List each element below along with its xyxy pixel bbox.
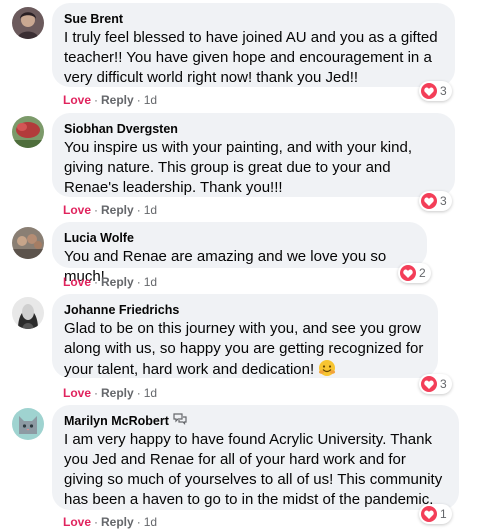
comment-bubble: Lucia Wolfe You and Renae are amazing an… [52, 222, 427, 285]
reaction-number: 3 [440, 194, 447, 208]
comment-text-body: Glad to be on this journey with you, and… [64, 320, 424, 378]
reply-button[interactable]: Reply [101, 274, 134, 290]
timestamp[interactable]: 1d [144, 274, 157, 290]
timestamp[interactable]: 1d [144, 202, 157, 218]
reaction-count[interactable]: 1 [419, 504, 452, 524]
separator-dot: · [94, 515, 99, 529]
separator-dot: · [136, 93, 141, 107]
love-button[interactable]: Love [63, 202, 91, 218]
love-reaction-icon [400, 265, 416, 281]
separator-dot: · [136, 386, 141, 400]
separator-dot: · [94, 93, 99, 107]
avatar[interactable] [12, 7, 44, 39]
love-reaction-icon [421, 83, 437, 99]
commenter-name[interactable]: Lucia Wolfe [64, 230, 415, 246]
comment-actions: Love · Reply · 1d [63, 202, 157, 218]
comment-text: You inspire us with your painting, and w… [64, 139, 412, 196]
reply-button[interactable]: Reply [101, 514, 134, 530]
comment-bubble: Marilyn McRobert I am very happy to have… [52, 405, 459, 510]
avatar[interactable] [12, 297, 44, 329]
timestamp[interactable]: 1d [144, 92, 157, 108]
comment-bubble: Siobhan Dvergsten You inspire us with yo… [52, 113, 455, 197]
commenter-name[interactable]: Sue Brent [64, 11, 443, 27]
comment-actions: Love · Reply · 1d [63, 92, 157, 108]
reply-button[interactable]: Reply [101, 92, 134, 108]
reply-button[interactable]: Reply [101, 385, 134, 401]
love-reaction-icon [421, 506, 437, 522]
reply-button[interactable]: Reply [101, 202, 134, 218]
reaction-number: 2 [419, 266, 426, 280]
love-button[interactable]: Love [63, 514, 91, 530]
comment-text: I truly feel blessed to have joined AU a… [64, 29, 438, 86]
comment-actions: Love · Reply · 1d [63, 274, 157, 290]
reaction-count[interactable]: 3 [419, 191, 452, 211]
avatar[interactable] [12, 227, 44, 259]
comment-bubble: Johanne Friedrichs Glad to be on this jo… [52, 294, 438, 378]
comment-text: I am very happy to have found Acrylic Un… [64, 431, 443, 508]
reaction-number: 1 [440, 507, 447, 521]
love-button[interactable]: Love [63, 274, 91, 290]
comment-text: Glad to be on this journey with you, and… [64, 319, 426, 383]
separator-dot: · [136, 203, 141, 217]
separator-dot: · [94, 203, 99, 217]
separator-dot: · [136, 515, 141, 529]
love-button[interactable]: Love [63, 385, 91, 401]
commenter-name[interactable]: Marilyn McRobert [64, 413, 447, 429]
reaction-number: 3 [440, 377, 447, 391]
timestamp[interactable]: 1d [144, 514, 157, 530]
comment-bubble: Sue Brent I truly feel blessed to have j… [52, 3, 455, 87]
separator-dot: · [136, 275, 141, 289]
reaction-count[interactable]: 2 [398, 263, 431, 283]
separator-dot: · [94, 275, 99, 289]
love-reaction-icon [421, 193, 437, 209]
reaction-number: 3 [440, 84, 447, 98]
separator-dot: · [94, 386, 99, 400]
commenter-name[interactable]: Siobhan Dvergsten [64, 121, 443, 137]
love-reaction-icon [421, 376, 437, 392]
avatar[interactable] [12, 116, 44, 148]
avatar[interactable] [12, 408, 44, 440]
conversation-starter-badge-icon [173, 413, 187, 429]
comment-actions: Love · Reply · 1d [63, 385, 157, 401]
hugging-face-emoji-icon [318, 359, 336, 383]
love-button[interactable]: Love [63, 92, 91, 108]
commenter-name[interactable]: Johanne Friedrichs [64, 302, 426, 318]
reaction-count[interactable]: 3 [419, 374, 452, 394]
comment-actions: Love · Reply · 1d [63, 514, 157, 530]
reaction-count[interactable]: 3 [419, 81, 452, 101]
timestamp[interactable]: 1d [144, 385, 157, 401]
